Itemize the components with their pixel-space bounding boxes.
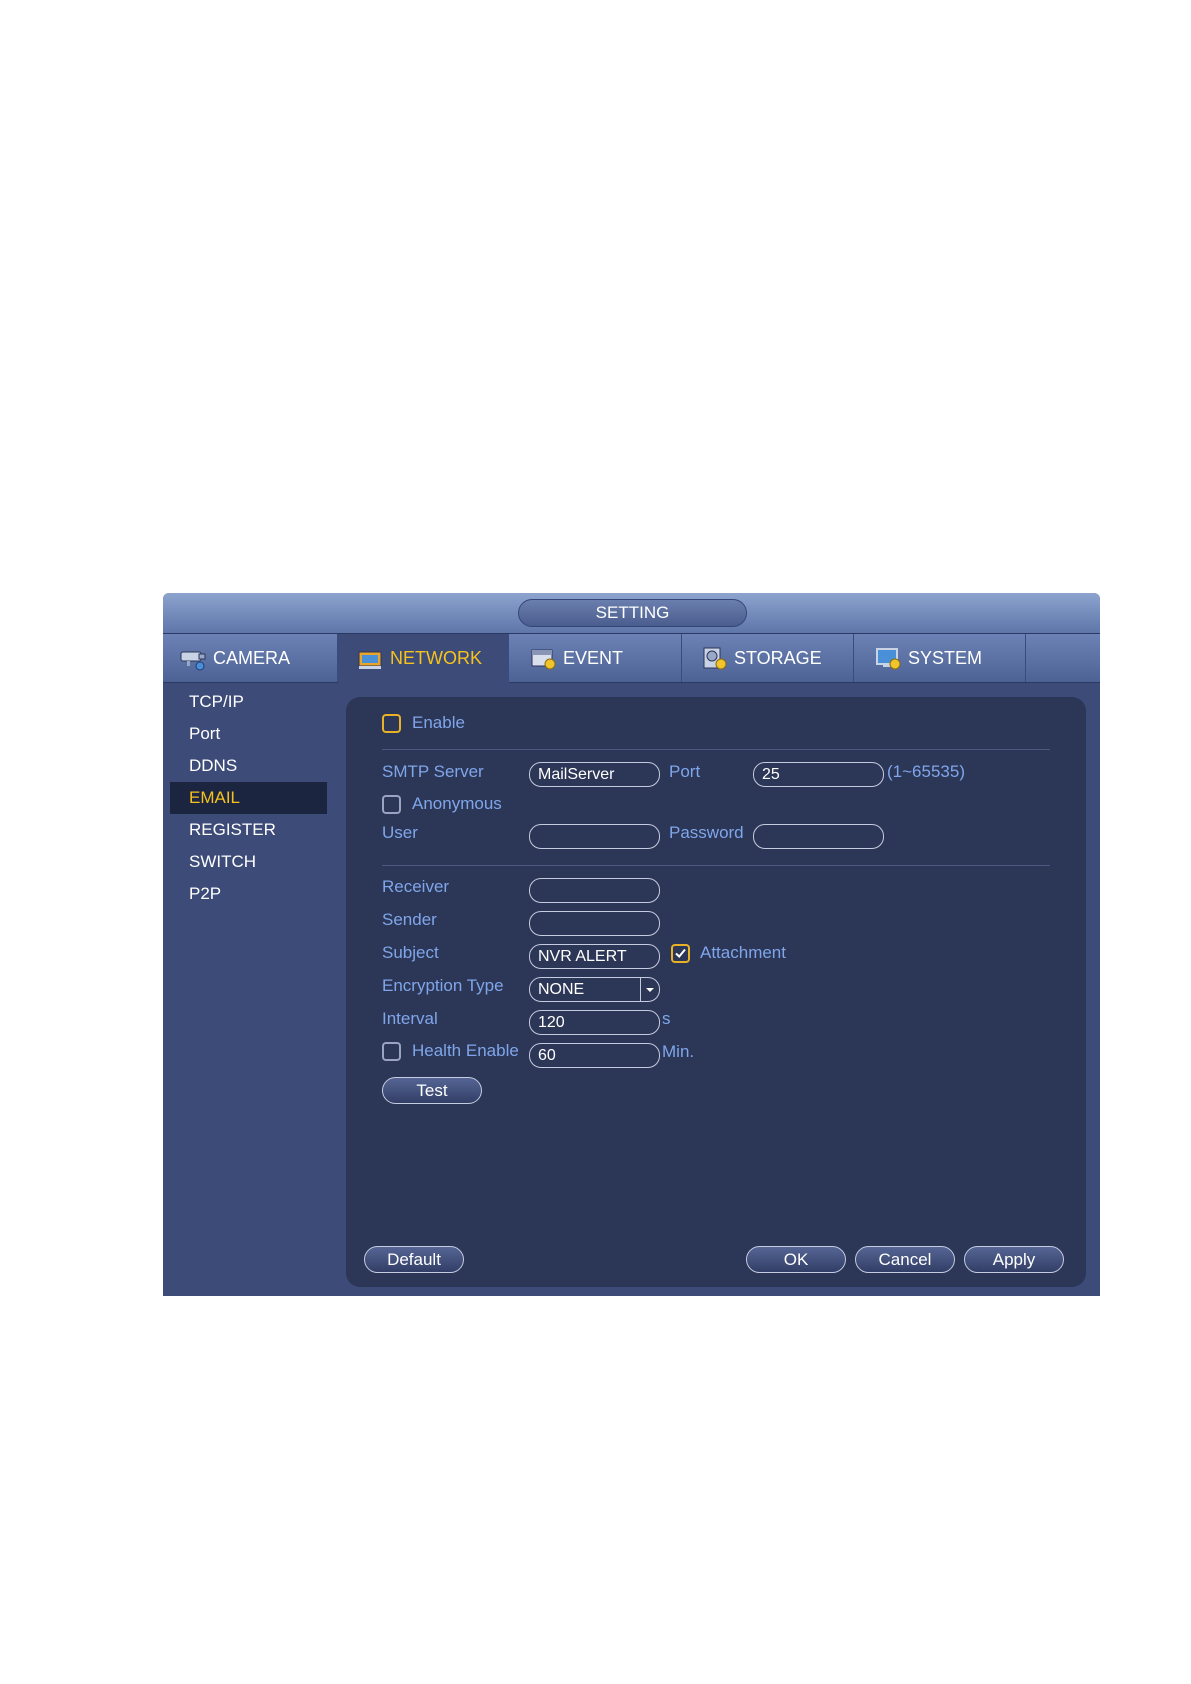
tab-label: CAMERA [213, 647, 291, 668]
checkmark-icon [675, 948, 686, 958]
interval-unit: s [662, 1009, 671, 1028]
cancel-button[interactable]: Cancel [855, 1246, 955, 1273]
tab-storage[interactable]: STORAGE [682, 634, 854, 682]
window-title: SETTING [518, 599, 747, 627]
attachment-label: Attachment [700, 943, 786, 962]
enable-label: Enable [412, 713, 465, 732]
tab-network[interactable]: NETWORK [338, 634, 509, 683]
sidebar-item-p2p[interactable]: P2P [170, 878, 327, 910]
user-label: User [382, 823, 418, 842]
smtp-server-label: SMTP Server [382, 762, 484, 781]
divider [382, 865, 1050, 866]
chevron-down-icon [646, 987, 654, 992]
sidebar-item-register[interactable]: REGISTER [170, 814, 327, 846]
dropdown-arrow[interactable] [640, 978, 659, 1001]
anonymous-checkbox[interactable] [382, 795, 401, 814]
encryption-type-label: Encryption Type [382, 976, 504, 995]
network-icon [358, 651, 382, 669]
test-button[interactable]: Test [382, 1077, 482, 1104]
tab-event[interactable]: EVENT [509, 634, 682, 682]
main-tab-bar: CAMERA NETWORK EVENT STORAGE SYSTEM [163, 634, 1100, 683]
tab-label: STORAGE [734, 647, 822, 668]
settings-window: SETTING CAMERA NETWORK EVENT STORAGE SYS… [163, 593, 1100, 1296]
sender-label: Sender [382, 910, 437, 929]
camera-icon [180, 651, 206, 671]
anonymous-label: Anonymous [412, 794, 502, 813]
sidebar-item-email[interactable]: EMAIL [170, 782, 327, 814]
password-input[interactable] [753, 824, 884, 849]
encryption-type-select[interactable]: NONE [529, 977, 660, 1002]
sidebar-item-switch[interactable]: SWITCH [170, 846, 327, 878]
enable-checkbox[interactable] [382, 714, 401, 733]
tab-label: NETWORK [390, 648, 482, 668]
password-label: Password [669, 823, 744, 842]
port-input[interactable]: 25 [753, 762, 884, 787]
interval-input[interactable]: 120 [529, 1010, 660, 1035]
apply-button[interactable]: Apply [964, 1246, 1064, 1273]
port-label: Port [669, 762, 701, 781]
tab-system[interactable]: SYSTEM [854, 634, 1026, 682]
sidebar-item-tcpip[interactable]: TCP/IP [170, 686, 327, 718]
subject-input[interactable]: NVR ALERT [529, 944, 660, 969]
subject-label: Subject [382, 943, 439, 962]
tab-camera[interactable]: CAMERA [163, 634, 338, 682]
smtp-server-input[interactable]: MailServer [529, 762, 660, 787]
interval-label: Interval [382, 1009, 438, 1028]
tab-label: EVENT [563, 647, 624, 668]
event-icon [531, 649, 556, 670]
sidebar-item-port[interactable]: Port [170, 718, 327, 750]
encryption-type-value: NONE [538, 981, 585, 998]
storage-icon [703, 647, 727, 670]
system-icon [876, 648, 901, 670]
health-interval-unit: Min. [662, 1042, 695, 1061]
user-input[interactable] [529, 824, 660, 849]
ok-button[interactable]: OK [746, 1246, 846, 1273]
health-enable-label: Health Enable [412, 1041, 519, 1060]
sidebar-item-ddns[interactable]: DDNS [170, 750, 327, 782]
port-range-hint: (1~65535) [887, 762, 965, 781]
health-enable-checkbox[interactable] [382, 1042, 401, 1061]
receiver-input[interactable] [529, 878, 660, 903]
sender-input[interactable] [529, 911, 660, 936]
tab-label: SYSTEM [908, 647, 983, 668]
receiver-label: Receiver [382, 877, 450, 896]
divider [382, 749, 1050, 750]
default-button[interactable]: Default [364, 1246, 464, 1273]
title-bar: SETTING [163, 593, 1100, 634]
email-settings-panel: Enable SMTP Server MailServer Port 25 (1… [346, 697, 1086, 1287]
attachment-checkbox[interactable] [671, 944, 690, 963]
health-interval-input[interactable]: 60 [529, 1043, 660, 1068]
